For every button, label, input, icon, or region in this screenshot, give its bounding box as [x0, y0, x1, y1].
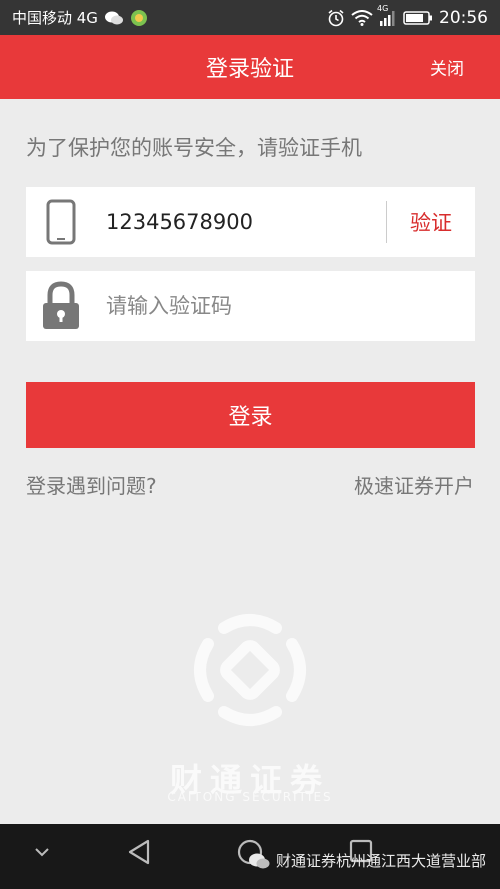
carrier-label: 中国移动 4G — [12, 9, 98, 27]
status-right: 4G 20:56 — [327, 4, 488, 28]
wechat-icon — [248, 852, 270, 870]
verify-button[interactable]: 验证 — [387, 207, 475, 237]
clock: 20:56 — [439, 7, 488, 28]
verification-code-input[interactable] — [96, 271, 475, 341]
watermark-text: 财通证券杭州通江西大道营业部 — [275, 852, 486, 870]
close-button[interactable]: 关闭 — [430, 55, 464, 80]
chevron-down-icon[interactable] — [34, 846, 50, 858]
app-notification-icon — [130, 9, 148, 27]
lock-icon — [26, 271, 96, 341]
battery-icon — [403, 10, 433, 26]
app-header: 登录验证 关闭 — [0, 35, 500, 99]
back-icon[interactable] — [126, 838, 152, 866]
status-left: 中国移动 4G — [12, 7, 148, 28]
page-title: 登录验证 — [205, 57, 294, 82]
wechat-icon — [104, 10, 124, 26]
signal-icon: 4G — [377, 4, 397, 26]
phone-icon — [26, 187, 96, 257]
wifi-icon — [351, 9, 373, 26]
phone-input[interactable] — [96, 187, 386, 257]
alarm-icon — [327, 9, 345, 27]
login-problem-link[interactable]: 登录遇到问题? — [26, 470, 157, 499]
code-field — [26, 271, 475, 341]
watermark: 财通证券杭州通江西大道营业部 — [248, 850, 486, 871]
logo-text-en: CAITONG SECURITIES — [167, 790, 333, 804]
login-button[interactable]: 登录 — [26, 382, 475, 448]
open-account-link[interactable]: 极速证券开户 — [354, 470, 474, 499]
status-bar: 中国移动 4G 4G 20:56 — [0, 0, 500, 35]
security-hint: 为了保护您的账号安全，请验证手机 — [26, 136, 362, 160]
caitong-logo-icon — [190, 610, 310, 730]
network-badge: 4G — [377, 3, 389, 13]
phone-field: 验证 — [26, 187, 475, 257]
